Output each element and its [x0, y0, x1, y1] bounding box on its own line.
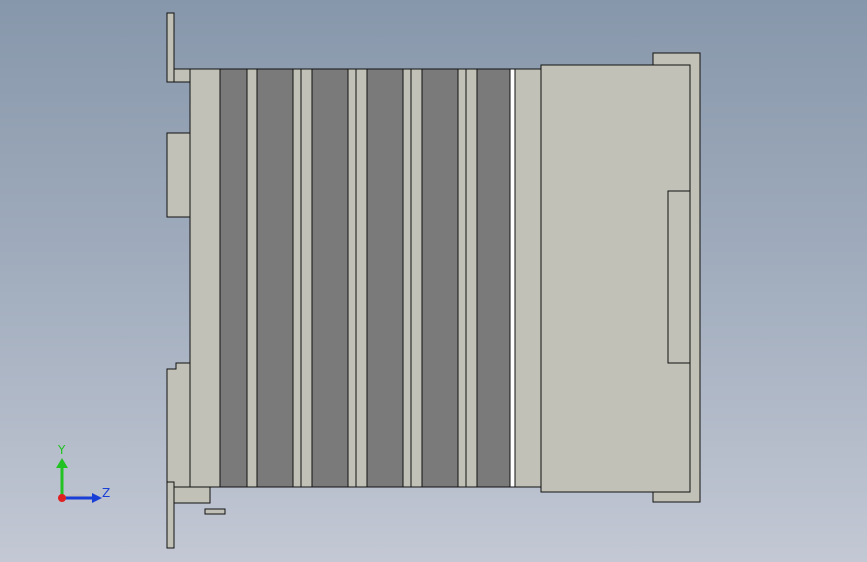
fin: [256, 68, 294, 488]
orientation-triad: Y Z: [56, 443, 110, 503]
fin: [366, 68, 404, 488]
lower-left-block: [166, 362, 191, 488]
top-mounting-clip: [166, 12, 175, 83]
fin-gap: [246, 68, 258, 488]
housing-step: [667, 190, 691, 364]
fin-gap: [457, 68, 478, 488]
x-axis-dot: [58, 494, 66, 502]
heatsink-right-plate: [514, 68, 542, 488]
cad-viewport[interactable]: Y Z: [0, 0, 867, 562]
fin: [476, 68, 511, 488]
side-tab: [166, 132, 191, 218]
fin-gap: [292, 68, 313, 488]
fin: [219, 68, 248, 488]
top-clip-foot: [173, 68, 191, 83]
fin-gap-white: [509, 68, 516, 488]
y-axis-label: Y: [57, 443, 66, 457]
bottom-clip-foot: [173, 486, 211, 504]
heatsink-fins: [219, 68, 542, 488]
fin: [311, 68, 349, 488]
z-axis-label: Z: [102, 486, 110, 500]
bottom-mounting-clip: [166, 481, 175, 549]
fin: [421, 68, 459, 488]
relay-part-model[interactable]: [0, 0, 867, 562]
fin-gap: [402, 68, 423, 488]
z-axis-arrow: [92, 493, 102, 503]
fin-gap: [347, 68, 368, 488]
y-axis-arrow: [56, 458, 68, 468]
bottom-clip-hook: [204, 508, 226, 515]
heatsink-left-plate: [189, 68, 221, 488]
